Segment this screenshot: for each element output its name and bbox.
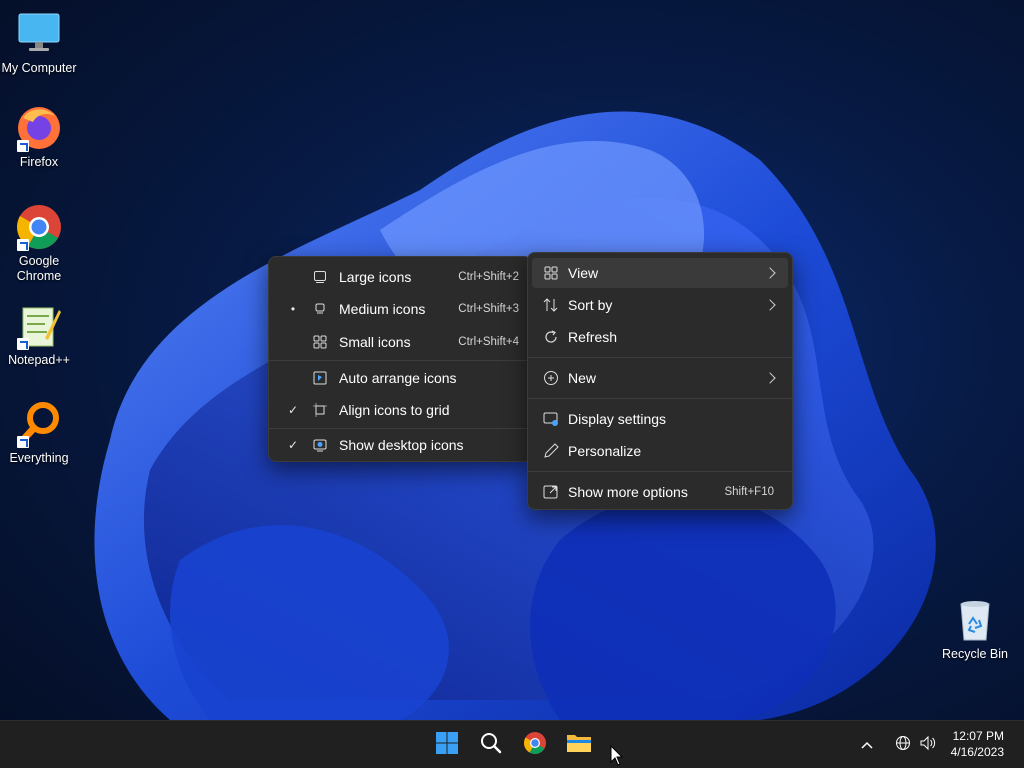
large-icons-icon: [311, 268, 329, 286]
quick-settings-button[interactable]: [886, 727, 946, 763]
everything-search-icon: [15, 400, 63, 448]
chrome-taskbar-button[interactable]: [517, 727, 553, 763]
chevron-right-icon: [764, 372, 776, 384]
chrome-icon: [523, 731, 547, 760]
refresh-icon: [542, 328, 560, 346]
menu-separator: [528, 398, 792, 399]
submenu-item-label: Align icons to grid: [339, 402, 450, 418]
windows-logo-icon: [435, 731, 459, 760]
menu-separator: [528, 471, 792, 472]
clock-time: 12:07 PM: [952, 729, 1004, 743]
shortcut-arrow-icon: [17, 239, 29, 251]
search-icon: [479, 731, 503, 760]
globe-icon: [895, 735, 911, 756]
monitor-icon: [15, 10, 63, 58]
menu-item-view[interactable]: View: [532, 258, 788, 288]
menu-item-label: Personalize: [568, 443, 642, 459]
folder-icon: [566, 731, 592, 760]
mouse-pointer-icon: [610, 745, 624, 766]
submenu-item-label: Large icons: [339, 269, 412, 285]
submenu-item-align-to-grid[interactable]: ✓ Align icons to grid: [273, 395, 527, 425]
open-external-icon: [542, 483, 560, 501]
taskbar-clock[interactable]: 12:07 PM 4/16/2023: [951, 728, 1004, 760]
radio-selected-indicator: •: [290, 302, 296, 316]
recycle-bin-icon: [951, 596, 999, 644]
submenu-item-medium-icons[interactable]: • Medium icons Ctrl+Shift+3: [273, 294, 527, 324]
shortcut-arrow-icon: [17, 140, 29, 152]
speaker-icon: [919, 735, 937, 756]
submenu-item-small-icons[interactable]: Small icons Ctrl+Shift+4: [273, 327, 527, 357]
small-icons-icon: [311, 333, 329, 351]
medium-icons-icon: [311, 300, 329, 318]
menu-item-refresh[interactable]: Refresh: [532, 322, 788, 352]
submenu-item-label: Auto arrange icons: [339, 370, 457, 386]
start-button[interactable]: [429, 727, 465, 763]
menu-item-display-settings[interactable]: Display settings: [532, 404, 788, 434]
desktop-icon-recycle-bin[interactable]: Recycle Bin: [936, 596, 1014, 662]
chevron-right-icon: [764, 299, 776, 311]
file-explorer-button[interactable]: [561, 727, 597, 763]
desktop-icon-label: Everything: [9, 451, 69, 465]
desktop-icon-label: Notepad++: [8, 353, 70, 367]
submenu-item-label: Medium icons: [339, 301, 426, 317]
shortcut-text: Ctrl+Shift+3: [458, 303, 519, 315]
submenu-item-label: Show desktop icons: [339, 437, 464, 453]
menu-item-sort-by[interactable]: Sort by: [532, 290, 788, 320]
taskbar: 12:07 PM 4/16/2023: [0, 720, 1024, 768]
submenu-item-label: Small icons: [339, 334, 411, 350]
pen-icon: [542, 442, 560, 460]
menu-item-label: Display settings: [568, 411, 667, 427]
notepad-plus-plus-icon: [15, 302, 63, 350]
shortcut-arrow-icon: [17, 436, 29, 448]
desktop-icon-label: Recycle Bin: [942, 647, 1008, 661]
firefox-icon: [15, 104, 63, 152]
menu-item-new[interactable]: New: [532, 363, 788, 393]
shortcut-arrow-icon: [17, 338, 29, 350]
show-desktop-icon: [311, 436, 329, 454]
menu-item-label: Sort by: [568, 297, 613, 313]
submenu-item-auto-arrange[interactable]: Auto arrange icons: [273, 363, 527, 393]
search-button[interactable]: [473, 727, 509, 763]
menu-separator: [528, 357, 792, 358]
menu-item-label: Refresh: [568, 329, 618, 345]
clock-date: 4/16/2023: [950, 745, 1004, 759]
shortcut-text: Ctrl+Shift+4: [458, 336, 519, 348]
show-hidden-icons-button[interactable]: [852, 727, 882, 763]
checkmark-icon: ✓: [287, 403, 299, 417]
checkmark-icon: ✓: [287, 438, 299, 452]
desktop-icon-label: Firefox: [19, 155, 59, 169]
display-settings-icon: [542, 410, 560, 428]
desktop-icon-label: Google Chrome: [16, 254, 62, 283]
view-submenu: Large icons Ctrl+Shift+2 • Medium icons …: [268, 256, 532, 462]
menu-item-personalize[interactable]: Personalize: [532, 436, 788, 466]
submenu-item-show-desktop-icons[interactable]: ✓ Show desktop icons: [273, 430, 527, 460]
desktop-icon-firefox[interactable]: Firefox: [0, 104, 78, 170]
menu-separator: [269, 428, 531, 429]
shortcut-text: Shift+F10: [724, 486, 774, 498]
desktop-icon-everything[interactable]: Everything: [0, 400, 78, 466]
menu-item-label: New: [568, 370, 597, 386]
grid-icon: [542, 264, 560, 282]
desktop-icon-my-computer[interactable]: My Computer: [0, 10, 78, 76]
chevron-up-icon: [861, 736, 873, 754]
menu-separator: [269, 360, 531, 361]
desktop-icon-label: My Computer: [1, 61, 77, 75]
sort-icon: [542, 296, 560, 314]
desktop-icon-google-chrome[interactable]: Google Chrome: [0, 203, 78, 284]
auto-arrange-icon: [311, 369, 329, 387]
submenu-item-large-icons[interactable]: Large icons Ctrl+Shift+2: [273, 262, 527, 292]
align-grid-icon: [311, 401, 329, 419]
chrome-icon: [15, 203, 63, 251]
menu-item-label: View: [568, 265, 599, 281]
menu-item-show-more-options[interactable]: Show more options Shift+F10: [532, 477, 788, 507]
desktop-context-menu: View Sort by Refresh New Display setting…: [527, 252, 793, 510]
menu-item-label: Show more options: [568, 484, 688, 500]
desktop-icon-notepad-plus-plus[interactable]: Notepad++: [0, 302, 78, 368]
chevron-right-icon: [764, 267, 776, 279]
plus-circle-icon: [542, 369, 560, 387]
shortcut-text: Ctrl+Shift+2: [458, 271, 519, 283]
